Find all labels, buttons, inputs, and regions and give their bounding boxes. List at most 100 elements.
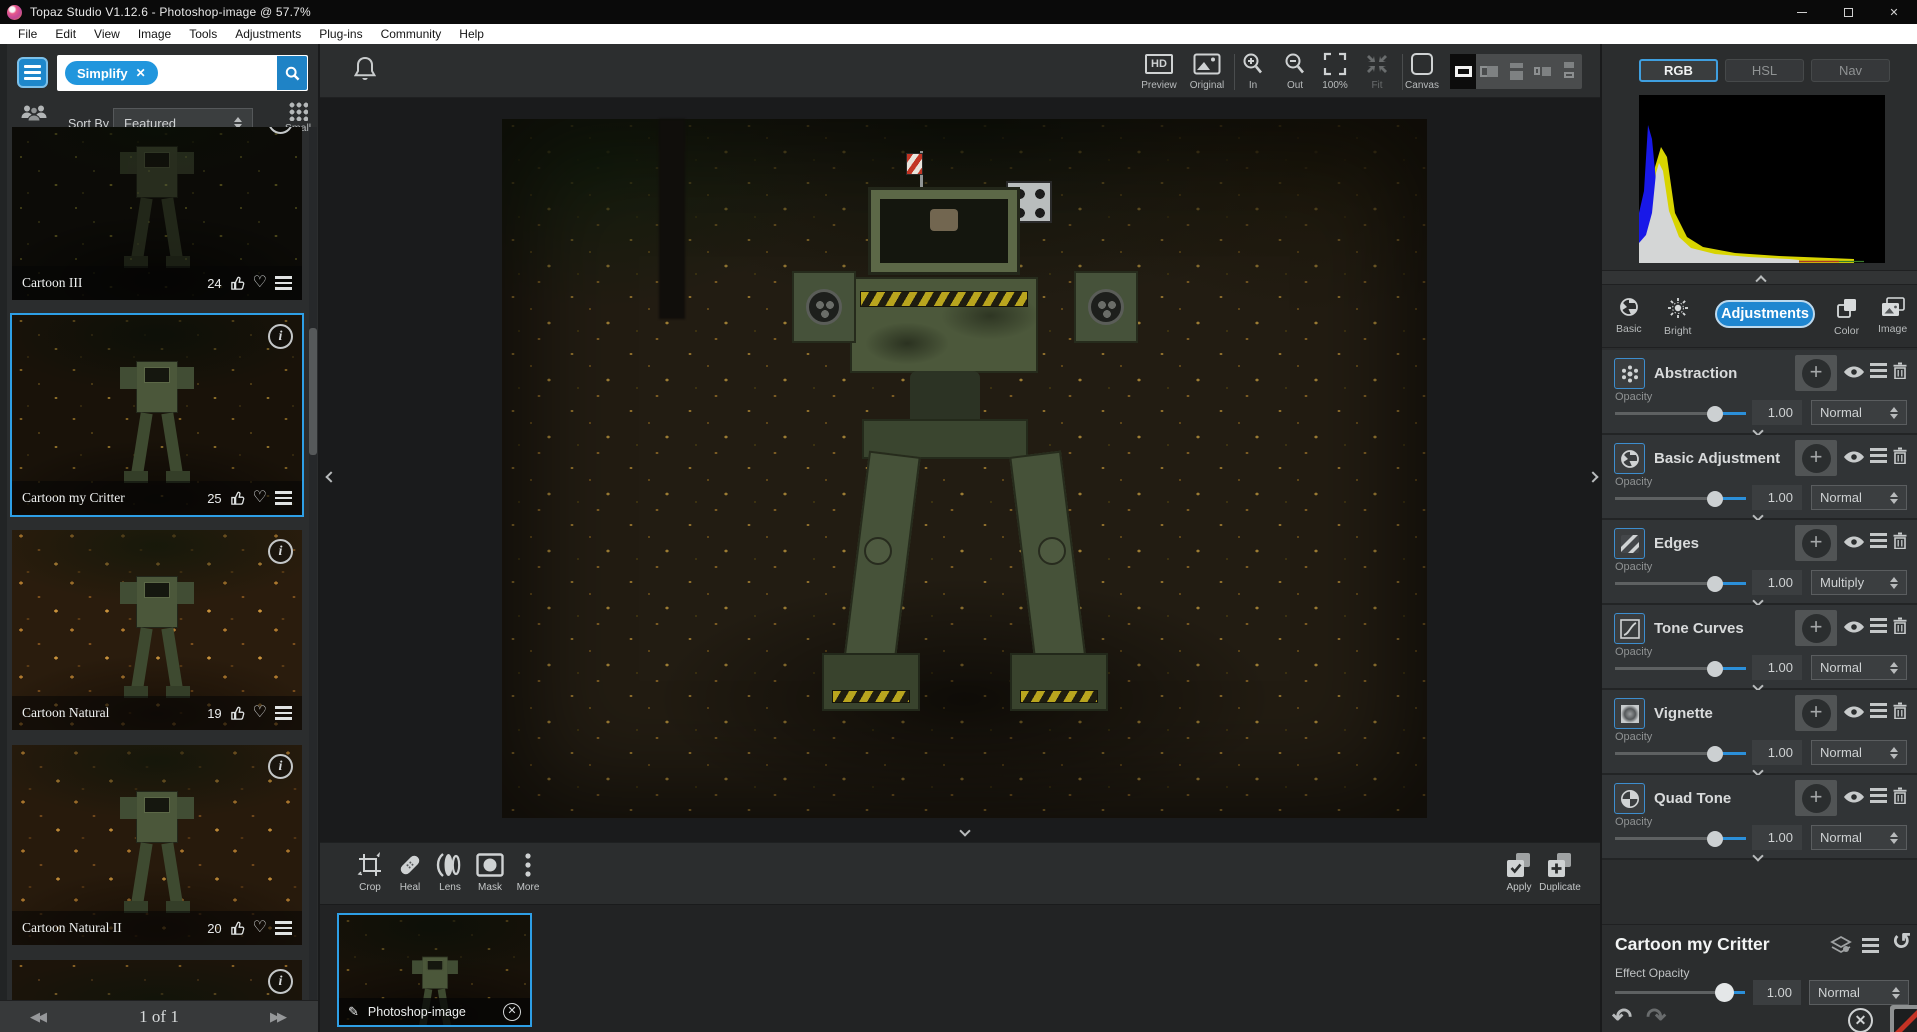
category-image[interactable]: Image	[1878, 297, 1907, 335]
adjustment-menu-icon[interactable]	[1870, 533, 1887, 551]
image-canvas[interactable]	[320, 99, 1602, 841]
opacity-value[interactable]: 1.00	[1752, 485, 1802, 510]
info-icon[interactable]: i	[268, 324, 293, 349]
search-button[interactable]	[277, 56, 307, 90]
visibility-eye-icon[interactable]	[1843, 365, 1865, 382]
effect-options-icon[interactable]	[275, 491, 292, 505]
menu-item-community[interactable]: Community	[372, 24, 451, 44]
info-icon[interactable]: i	[268, 539, 293, 564]
undo-button[interactable]: ↶	[1612, 1004, 1632, 1031]
close-button[interactable]: ✕	[1871, 0, 1917, 24]
view-mode-single[interactable]	[1450, 54, 1477, 89]
favorite-heart-icon[interactable]: ♡	[253, 490, 267, 506]
effect-menu-icon[interactable]	[1862, 938, 1879, 956]
save-image-icon[interactable]	[1890, 1005, 1917, 1032]
category-adjustments[interactable]: Adjustments	[1715, 300, 1815, 328]
effect-blend-dropdown[interactable]: Normal	[1809, 980, 1909, 1005]
abstraction-icon[interactable]	[1614, 358, 1645, 389]
search-filter-tag[interactable]: Simplify ✕	[65, 61, 158, 85]
effect-options-icon[interactable]	[275, 276, 292, 290]
thumbs-up-icon[interactable]	[230, 921, 245, 936]
previous-page-button[interactable]: ◀◀	[30, 1009, 47, 1025]
delete-trash-icon[interactable]	[1893, 617, 1907, 637]
view-mode-split-side[interactable]	[1476, 54, 1502, 89]
visibility-eye-icon[interactable]	[1843, 620, 1865, 637]
menu-item-image[interactable]: Image	[129, 24, 180, 44]
expand-right-panel-icon[interactable]	[1587, 470, 1599, 484]
category-color[interactable]: Color	[1834, 297, 1859, 337]
menu-item-edit[interactable]: Edit	[46, 24, 85, 44]
delete-trash-icon[interactable]	[1893, 447, 1907, 467]
effect-options-icon[interactable]	[275, 706, 292, 720]
opacity-slider[interactable]	[1615, 830, 1746, 847]
canvas-button[interactable]: Canvas	[1397, 51, 1447, 91]
thumbs-up-icon[interactable]	[230, 491, 245, 506]
menu-item-view[interactable]: View	[85, 24, 129, 44]
thumbs-up-icon[interactable]	[230, 276, 245, 291]
tab-nav[interactable]: Nav	[1811, 59, 1890, 82]
crop-tool-button[interactable]: Crop	[348, 851, 392, 893]
adjustment-menu-icon[interactable]	[1870, 788, 1887, 806]
info-icon[interactable]: i	[268, 127, 293, 134]
search-input[interactable]: Simplify ✕	[57, 55, 308, 91]
maximize-button[interactable]	[1825, 0, 1871, 24]
layers-stack-icon[interactable]	[1830, 935, 1852, 958]
blend-mode-dropdown[interactable]: Normal	[1811, 485, 1907, 510]
next-page-button[interactable]: ▶▶	[270, 1009, 287, 1025]
fit-button[interactable]: Fit	[1352, 51, 1402, 91]
effect-card[interactable]: i Cartoon Natural 19 ♡	[12, 530, 302, 730]
effect-card[interactable]: i Cartoon Natural II 20 ♡	[12, 745, 302, 945]
cancel-button[interactable]: ✕	[1848, 1008, 1873, 1032]
effect-card[interactable]: i ♡	[12, 960, 302, 1000]
blend-mode-dropdown[interactable]: Normal	[1811, 400, 1907, 425]
effect-opacity-value[interactable]: 1.00	[1753, 980, 1801, 1005]
thumbs-up-icon[interactable]	[230, 706, 245, 721]
add-adjustment-button[interactable]: +	[1795, 355, 1837, 391]
effect-opacity-slider[interactable]	[1615, 983, 1745, 1002]
opacity-slider[interactable]	[1615, 660, 1746, 677]
remove-filter-icon[interactable]: ✕	[136, 66, 146, 80]
more-tools-button[interactable]: More	[506, 851, 550, 893]
menu-item-file[interactable]: File	[9, 24, 46, 44]
collapse-left-panel-icon[interactable]	[325, 470, 337, 484]
duplicate-button[interactable]: Duplicate	[1538, 851, 1582, 893]
opacity-slider[interactable]	[1615, 745, 1746, 762]
expand-chevron-icon[interactable]	[1752, 849, 1764, 863]
effect-options-icon[interactable]	[275, 921, 292, 935]
menu-item-tools[interactable]: Tools	[180, 24, 226, 44]
menu-item-adjustments[interactable]: Adjustments	[226, 24, 310, 44]
add-adjustment-button[interactable]: +	[1795, 440, 1837, 476]
apply-button[interactable]: Apply	[1497, 851, 1541, 893]
add-adjustment-button[interactable]: +	[1795, 695, 1837, 731]
lens-tool-button[interactable]: Lens	[428, 851, 472, 893]
tone-curves-icon[interactable]	[1614, 613, 1645, 644]
visibility-eye-icon[interactable]	[1843, 450, 1865, 467]
view-mode-compare-top[interactable]	[1556, 54, 1582, 89]
effect-card[interactable]: i Cartoon III 24 ♡	[12, 127, 302, 300]
effect-card[interactable]: i Cartoon my Critter 25 ♡	[10, 313, 304, 517]
adjustment-menu-icon[interactable]	[1870, 618, 1887, 636]
aperture-icon[interactable]	[1614, 443, 1645, 474]
minimize-button[interactable]	[1779, 0, 1825, 24]
delete-trash-icon[interactable]	[1893, 532, 1907, 552]
favorite-heart-icon[interactable]: ♡	[253, 275, 267, 291]
remove-image-icon[interactable]: ✕	[503, 1002, 521, 1021]
delete-trash-icon[interactable]	[1893, 362, 1907, 382]
adjustment-menu-icon[interactable]	[1870, 363, 1887, 381]
reset-icon[interactable]: ↺	[1892, 928, 1911, 955]
opacity-slider[interactable]	[1615, 575, 1746, 592]
menu-item-plug-ins[interactable]: Plug-ins	[310, 24, 371, 44]
sidebar-menu-button[interactable]	[17, 57, 48, 88]
favorite-heart-icon[interactable]: ♡	[253, 920, 267, 936]
category-bright[interactable]: Bright	[1664, 297, 1691, 337]
adjustment-menu-icon[interactable]	[1870, 448, 1887, 466]
opacity-value[interactable]: 1.00	[1752, 570, 1802, 595]
opacity-value[interactable]: 1.00	[1752, 400, 1802, 425]
collapse-bottom-panel-icon[interactable]	[959, 824, 971, 838]
visibility-eye-icon[interactable]	[1843, 535, 1865, 552]
opacity-value[interactable]: 1.00	[1752, 825, 1802, 850]
adjustment-menu-icon[interactable]	[1870, 703, 1887, 721]
visibility-eye-icon[interactable]	[1843, 705, 1865, 722]
add-adjustment-button[interactable]: +	[1795, 610, 1837, 646]
favorite-heart-icon[interactable]: ♡	[253, 705, 267, 721]
